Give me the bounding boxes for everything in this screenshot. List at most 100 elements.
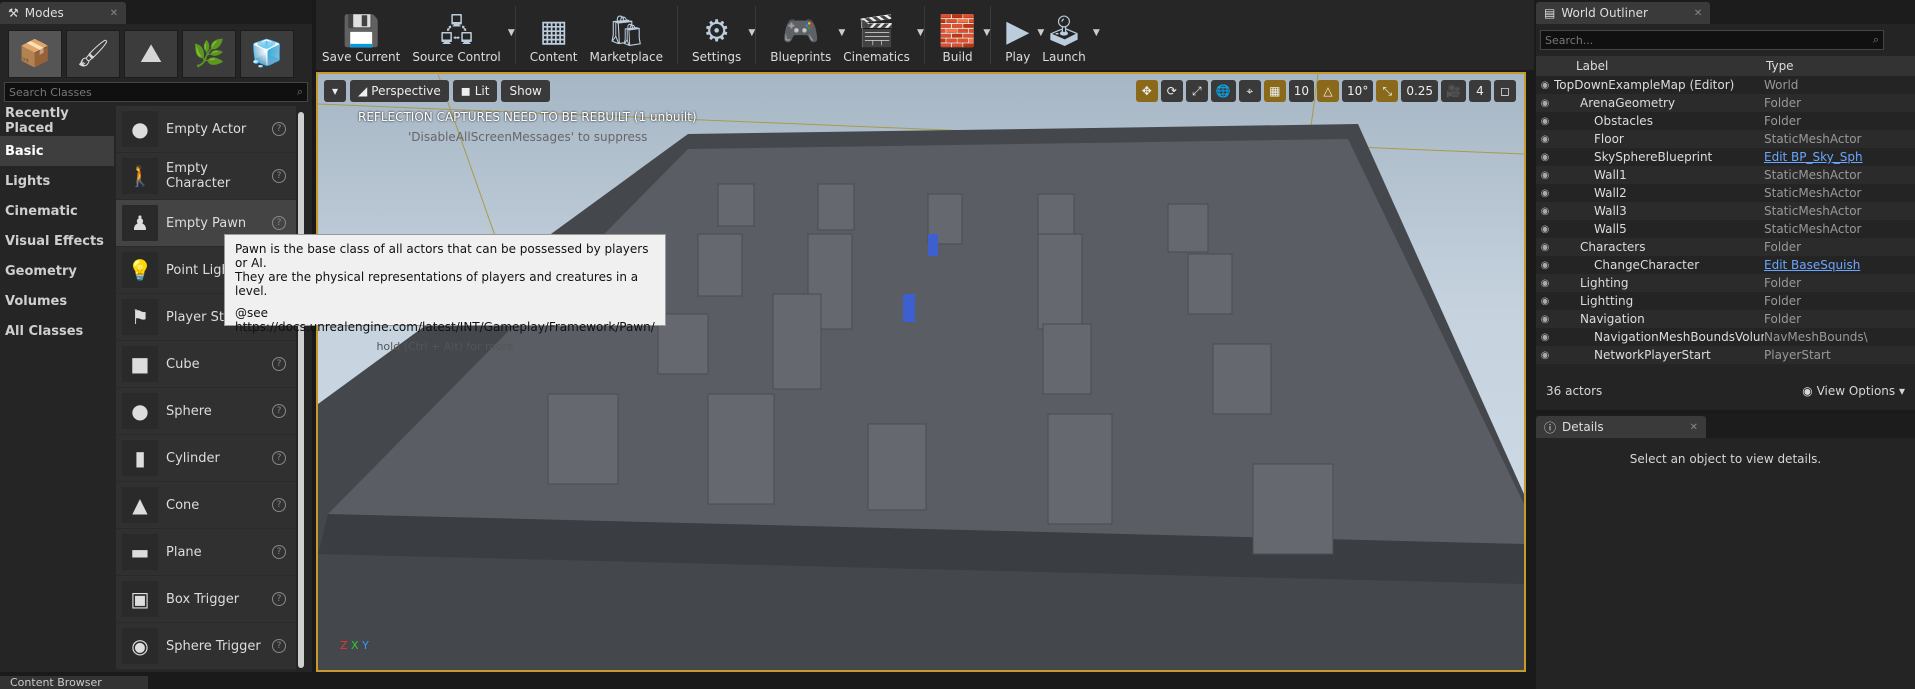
table-row[interactable]: ◉ Lightting Folder — [1536, 292, 1915, 310]
play-button[interactable]: ▶ Play ▼ — [999, 0, 1044, 70]
globe-icon[interactable]: 🌐 — [1210, 80, 1236, 102]
foliage-mode-icon[interactable]: 🌿 — [182, 30, 236, 78]
list-item[interactable]: ● Empty Actor? — [116, 106, 296, 153]
eye-icon[interactable]: ◉ — [1536, 242, 1554, 253]
help-icon[interactable]: ? — [272, 122, 286, 136]
scrollbar[interactable] — [298, 112, 304, 668]
maximize-icon[interactable]: ◻ — [1494, 80, 1516, 102]
lit-button[interactable]: ◼ Lit — [452, 80, 498, 102]
eye-icon[interactable]: ◉ — [1536, 98, 1554, 109]
search-classes-input[interactable]: Search Classes ⌕ — [4, 82, 308, 102]
rotate-icon[interactable]: ⟳ — [1160, 80, 1183, 102]
marketplace-button[interactable]: 🛍 Marketplace — [583, 0, 669, 70]
category-cinematic[interactable]: Cinematic — [0, 196, 114, 226]
eye-icon[interactable]: ◉ — [1536, 188, 1554, 199]
close-icon[interactable]: ✕ — [1690, 422, 1698, 433]
category-all-classes[interactable]: All Classes — [0, 316, 114, 346]
category-lights[interactable]: Lights — [0, 166, 114, 196]
list-item[interactable]: ◉ Sphere Trigger? — [116, 623, 296, 670]
camera-speed-value[interactable]: 4 — [1469, 80, 1491, 102]
rotation-snap-icon[interactable]: △ — [1317, 80, 1340, 102]
category-basic[interactable]: Basic — [0, 136, 114, 166]
help-icon[interactable]: ? — [272, 357, 286, 371]
help-icon[interactable]: ? — [272, 404, 286, 418]
level-viewport[interactable]: ▾ ◢ Perspective ◼ Lit Show ✥ ⟳ ⤢ 🌐 ⌖ ▦ 10 … — [316, 72, 1526, 672]
eye-icon[interactable]: ◉ — [1536, 314, 1554, 325]
geometry-mode-icon[interactable]: 🧊 — [240, 30, 294, 78]
help-icon[interactable]: ? — [272, 169, 286, 183]
chevron-down-icon[interactable]: ▼ — [983, 28, 990, 38]
scale-snap-icon[interactable]: ⤡ — [1376, 80, 1399, 102]
list-item[interactable]: ▣ Box Trigger? — [116, 576, 296, 623]
table-row[interactable]: ◉ TopDownExampleMap (Editor) World — [1536, 76, 1915, 94]
chevron-down-icon[interactable]: ▼ — [748, 28, 755, 38]
eye-icon[interactable]: ◉ — [1536, 278, 1554, 289]
view-options-button[interactable]: ◉ View Options ▾ — [1802, 384, 1905, 398]
category-geometry[interactable]: Geometry — [0, 256, 114, 286]
table-row[interactable]: ◉ ChangeCharacter Edit BaseSquish — [1536, 256, 1915, 274]
eye-icon[interactable]: ◉ — [1536, 152, 1554, 163]
eye-icon[interactable]: ◉ — [1536, 260, 1554, 271]
table-row[interactable]: ◉ Characters Folder — [1536, 238, 1915, 256]
translate-icon[interactable]: ✥ — [1135, 80, 1158, 102]
close-icon[interactable]: ✕ — [1694, 8, 1702, 19]
table-row[interactable]: ◉ Obstacles Folder — [1536, 112, 1915, 130]
list-item[interactable]: ▬ Plane? — [116, 529, 296, 576]
save-current-button[interactable]: 💾 Save Current — [316, 0, 406, 70]
landscape-mode-icon[interactable]: ⛰ — [124, 30, 178, 78]
table-row[interactable]: ◉ Floor StaticMeshActor — [1536, 130, 1915, 148]
help-icon[interactable]: ? — [272, 498, 286, 512]
list-item[interactable]: ▲ Cone? — [116, 482, 296, 529]
label-column-header[interactable]: Label — [1536, 59, 1766, 73]
help-icon[interactable]: ? — [272, 639, 286, 653]
cinematics-button[interactable]: 🎬 Cinematics ▼ — [837, 0, 924, 70]
list-item[interactable]: ▮ Cylinder? — [116, 435, 296, 482]
paint-mode-icon[interactable]: 🖌 — [66, 30, 120, 78]
grid-snap-icon[interactable]: ▦ — [1263, 80, 1286, 102]
eye-icon[interactable]: ◉ — [1536, 80, 1554, 91]
build-button[interactable]: 🧱 Build ▼ — [933, 0, 990, 70]
table-row[interactable]: ◉ NavigationMeshBoundsVolume NavMeshBounds… — [1536, 328, 1915, 346]
world-outliner-tab[interactable]: ▤ World Outliner ✕ — [1536, 2, 1711, 24]
chevron-down-icon[interactable]: ▼ — [508, 28, 515, 38]
help-icon[interactable]: ? — [272, 545, 286, 559]
category-recently-placed[interactable]: Recently Placed — [0, 106, 114, 136]
content-browser-tab[interactable]: Content Browser — [0, 676, 148, 689]
place-mode-icon[interactable]: 📦 — [8, 30, 62, 78]
details-tab[interactable]: ⓘ Details ✕ — [1536, 416, 1707, 438]
help-icon[interactable]: ? — [272, 216, 286, 230]
table-row[interactable]: ◉ SkySphereBlueprint Edit BP_Sky_Sph — [1536, 148, 1915, 166]
table-row[interactable]: ◉ Wall5 StaticMeshActor — [1536, 220, 1915, 238]
show-button[interactable]: Show — [501, 80, 550, 102]
row-type[interactable]: Edit BaseSquish — [1764, 258, 1874, 272]
table-row[interactable]: ◉ ArenaGeometry Folder — [1536, 94, 1915, 112]
category-visual-effects[interactable]: Visual Effects — [0, 226, 114, 256]
help-icon[interactable]: ? — [272, 592, 286, 606]
eye-icon[interactable]: ◉ — [1536, 170, 1554, 181]
chevron-down-icon[interactable]: ▼ — [917, 28, 924, 38]
eye-icon[interactable]: ◉ — [1536, 224, 1554, 235]
viewport-options-button[interactable]: ▾ — [324, 80, 347, 102]
eye-icon[interactable]: ◉ — [1536, 350, 1554, 361]
rotation-snap-value[interactable]: 10° — [1342, 80, 1374, 102]
grid-snap-value[interactable]: 10 — [1288, 80, 1315, 102]
eye-icon[interactable]: ◉ — [1536, 116, 1554, 127]
source-control-button[interactable]: 🖧 Source Control ▼ — [406, 0, 514, 70]
chevron-down-icon[interactable]: ▼ — [1093, 28, 1100, 38]
camera-speed-icon[interactable]: 🎥 — [1441, 80, 1466, 102]
eye-icon[interactable]: ◉ — [1536, 134, 1554, 145]
scale-icon[interactable]: ⤢ — [1185, 80, 1208, 102]
eye-icon[interactable]: ◉ — [1536, 206, 1554, 217]
type-column-header[interactable]: Type — [1766, 59, 1794, 73]
perspective-button[interactable]: ◢ Perspective — [350, 80, 449, 102]
row-type[interactable]: Edit BP_Sky_Sph — [1764, 150, 1874, 164]
table-row[interactable]: ◉ Wall2 StaticMeshActor — [1536, 184, 1915, 202]
help-icon[interactable]: ? — [272, 451, 286, 465]
blueprints-button[interactable]: 🎮 Blueprints ▼ — [764, 0, 845, 70]
launch-button[interactable]: 🕹 Launch ▼ — [1036, 0, 1099, 70]
table-row[interactable]: ◉ NetworkPlayerStart PlayerStart — [1536, 346, 1915, 364]
settings-button[interactable]: ⚙ Settings ▼ — [686, 0, 755, 70]
scale-snap-value[interactable]: 0.25 — [1401, 80, 1439, 102]
content-button[interactable]: ▦ Content — [524, 0, 584, 70]
modes-tab[interactable]: ⚒ Modes ✕ — [0, 2, 127, 24]
